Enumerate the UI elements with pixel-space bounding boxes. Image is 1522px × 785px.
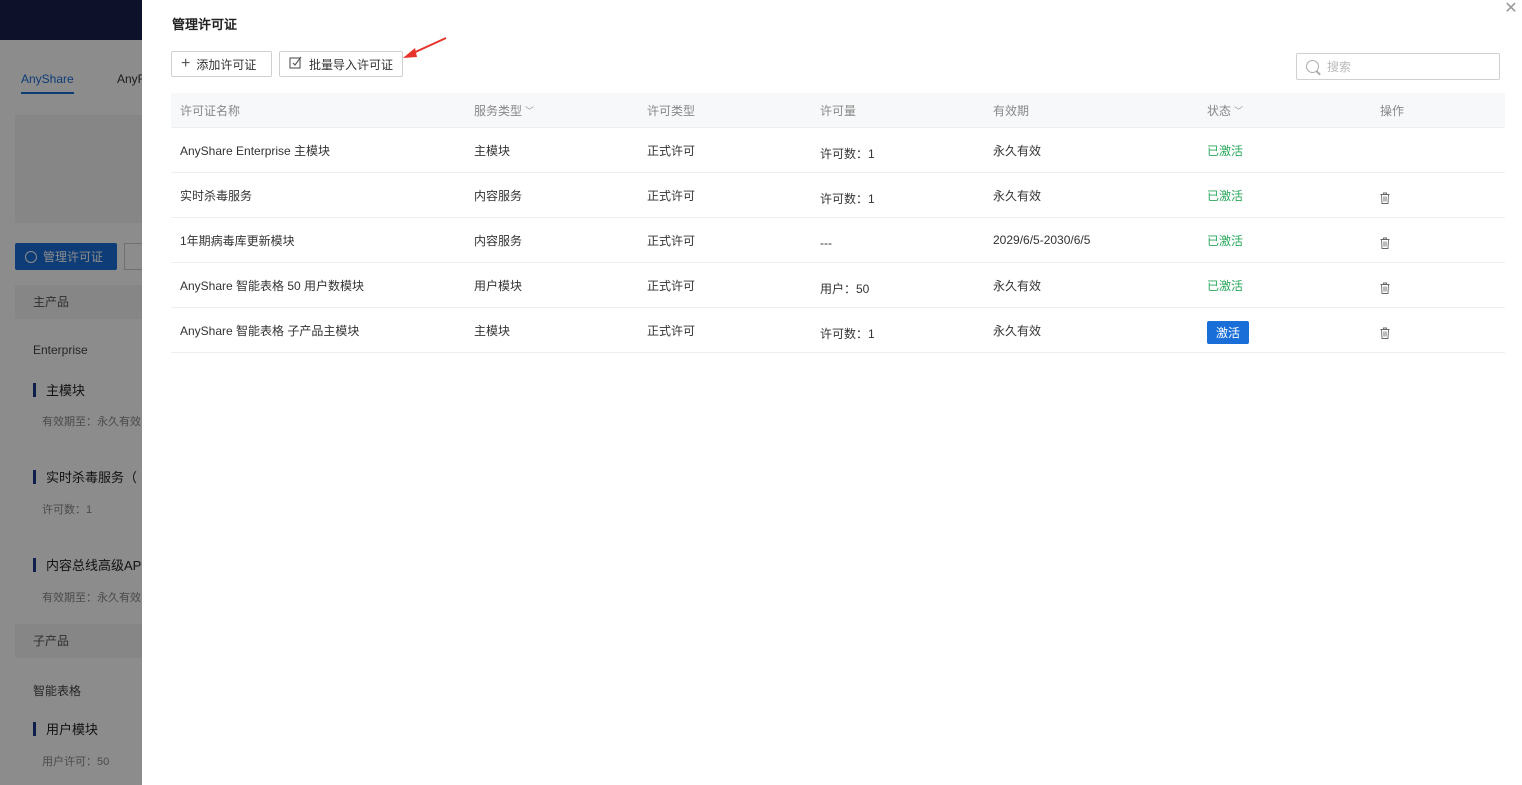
trash-icon[interactable] bbox=[1380, 192, 1390, 204]
modal-overlay[interactable] bbox=[0, 0, 142, 785]
license-amount: --- bbox=[820, 236, 832, 250]
header-name: 许可证名称 bbox=[180, 103, 241, 118]
table-row: AnyShare 智能表格 子产品主模块 主模块 正式许可 许可数：1 永久有效… bbox=[171, 308, 1505, 353]
validity: 永久有效 bbox=[993, 323, 1042, 338]
validity: 永久有效 bbox=[993, 278, 1042, 293]
service-type: 内容服务 bbox=[474, 188, 523, 203]
header-amount: 许可量 bbox=[820, 103, 857, 118]
license-type: 正式许可 bbox=[647, 323, 696, 338]
table-row: 实时杀毒服务 内容服务 正式许可 许可数：1 永久有效 已激活 bbox=[171, 173, 1505, 218]
license-drawer: 管理许可证 ✕ + 添加许可证 批量导入许可证 许可证名称 服务类型﹀ 许可类型… bbox=[142, 0, 1522, 785]
import-icon bbox=[289, 56, 303, 72]
plus-icon: + bbox=[181, 55, 191, 72]
license-amount: 许可数：1 bbox=[820, 146, 875, 161]
actions-cell bbox=[1371, 319, 1505, 342]
validity: 永久有效 bbox=[993, 143, 1042, 158]
license-name: 实时杀毒服务 bbox=[180, 188, 253, 203]
license-type: 正式许可 bbox=[647, 278, 696, 293]
close-icon[interactable]: ✕ bbox=[1504, 1, 1518, 17]
trash-icon[interactable] bbox=[1380, 237, 1390, 249]
service-type: 内容服务 bbox=[474, 233, 523, 248]
drawer-title: 管理许可证 bbox=[172, 17, 238, 32]
status-cell: 激活 bbox=[1198, 317, 1371, 344]
license-amount: 用户：50 bbox=[820, 281, 870, 296]
table-row: AnyShare 智能表格 50 用户数模块 用户模块 正式许可 用户：50 永… bbox=[171, 263, 1505, 308]
header-type: 许可类型 bbox=[647, 103, 696, 118]
license-type: 正式许可 bbox=[647, 233, 696, 248]
activate-button[interactable]: 激活 bbox=[1207, 320, 1250, 344]
service-type: 主模块 bbox=[474, 143, 511, 158]
header-actions: 操作 bbox=[1380, 103, 1405, 118]
service-type: 主模块 bbox=[474, 323, 511, 338]
status-badge: 已激活 bbox=[1207, 188, 1244, 203]
license-amount: 许可数：1 bbox=[820, 326, 875, 341]
table-row: AnyShare Enterprise 主模块 主模块 正式许可 许可数：1 永… bbox=[171, 128, 1505, 173]
license-type: 正式许可 bbox=[647, 143, 696, 158]
license-name: AnyShare 智能表格 50 用户数模块 bbox=[180, 278, 365, 293]
actions-cell bbox=[1371, 184, 1505, 207]
status-badge: 已激活 bbox=[1207, 278, 1244, 293]
license-type: 正式许可 bbox=[647, 188, 696, 203]
actions-cell bbox=[1371, 229, 1505, 252]
license-name: 1年期病毒库更新模块 bbox=[180, 233, 295, 248]
validity: 2029/6/5-2030/6/5 bbox=[993, 233, 1091, 247]
search-input[interactable] bbox=[1327, 59, 1487, 74]
chevron-down-icon: ﹀ bbox=[1234, 105, 1244, 116]
actions-cell bbox=[1371, 274, 1505, 297]
trash-icon[interactable] bbox=[1380, 327, 1390, 339]
add-license-button[interactable]: + 添加许可证 bbox=[171, 51, 272, 77]
header-service[interactable]: 服务类型 ﹀ bbox=[465, 102, 638, 119]
license-table: 许可证名称 服务类型 ﹀ 许可类型 许可量 有效期 状态 ﹀ 操作 AnyShare… bbox=[171, 93, 1505, 353]
annotation-arrow bbox=[403, 37, 447, 58]
license-name: AnyShare Enterprise 主模块 bbox=[180, 143, 331, 158]
batch-import-label: 批量导入许可证 bbox=[309, 57, 394, 72]
validity: 永久有效 bbox=[993, 188, 1042, 203]
chevron-down-icon: ﹀ bbox=[525, 105, 535, 116]
search-icon bbox=[1306, 60, 1319, 73]
status-badge: 已激活 bbox=[1207, 143, 1244, 158]
batch-import-button[interactable]: 批量导入许可证 bbox=[279, 51, 403, 77]
trash-icon[interactable] bbox=[1380, 282, 1390, 294]
header-validity: 有效期 bbox=[993, 103, 1030, 118]
table-header: 许可证名称 服务类型 ﹀ 许可类型 许可量 有效期 状态 ﹀ 操作 bbox=[171, 93, 1505, 128]
status-badge: 已激活 bbox=[1207, 233, 1244, 248]
table-row: 1年期病毒库更新模块 内容服务 正式许可 --- 2029/6/5-2030/6… bbox=[171, 218, 1505, 263]
license-amount: 许可数：1 bbox=[820, 191, 875, 206]
search-box[interactable] bbox=[1296, 53, 1500, 80]
add-license-label: 添加许可证 bbox=[196, 57, 257, 72]
header-status[interactable]: 状态 ﹀ bbox=[1198, 102, 1371, 119]
service-type: 用户模块 bbox=[474, 278, 523, 293]
license-name: AnyShare 智能表格 子产品主模块 bbox=[180, 323, 360, 338]
